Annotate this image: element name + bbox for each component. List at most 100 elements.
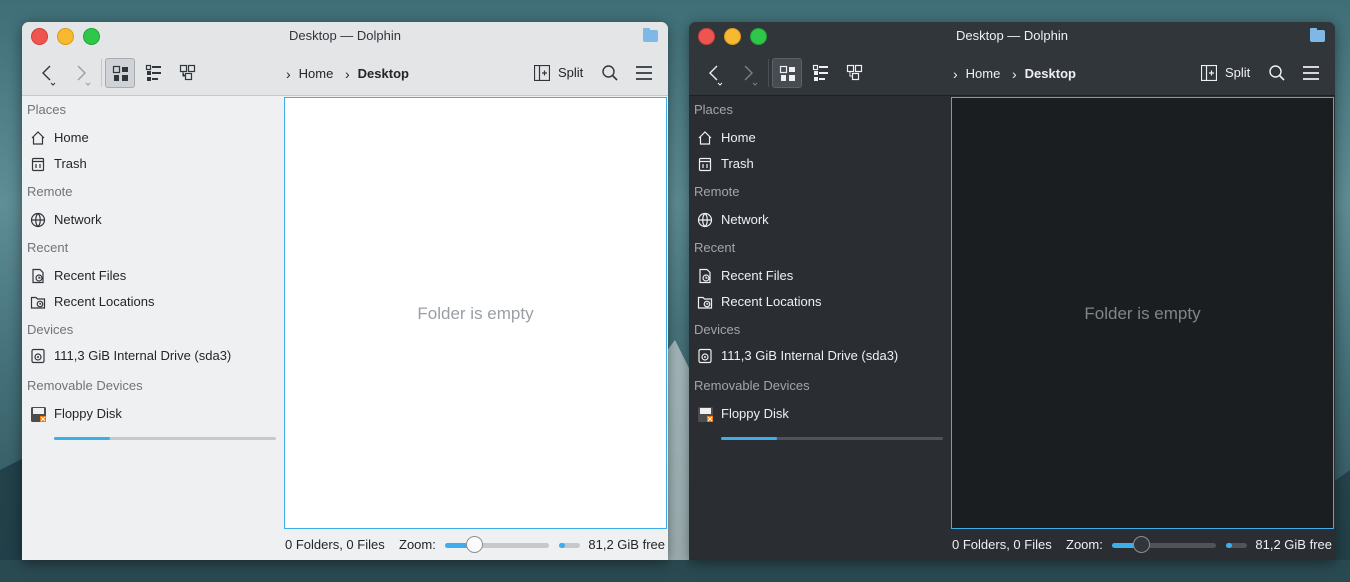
split-label: Split [558, 65, 584, 80]
sidebar-item-label: Floppy Disk [54, 406, 122, 421]
sidebar-item-label: 111,3 GiB Internal Drive (sda3) [54, 348, 232, 363]
places-panel: Places Home Trash Remote Network Recent Re… [689, 96, 951, 560]
sidebar-item-recent-files[interactable]: Recent Files [27, 265, 277, 287]
details-view-button[interactable] [173, 58, 203, 88]
sidebar-item-network[interactable]: Network [694, 209, 944, 231]
drive-usage-bar [54, 437, 276, 440]
places-panel: Places Home Trash Remote Network Recent Re… [22, 96, 284, 560]
zoom-label: Zoom: [1066, 537, 1103, 552]
item-count: 0 Folders, 0 Files [285, 537, 385, 552]
sidebar-item-label: Home [54, 130, 89, 145]
network-icon [697, 212, 713, 228]
zoom-label: Zoom: [399, 537, 436, 552]
section-header-removable-devices: Removable Devices [694, 378, 810, 393]
sidebar-item-111-3-gib-internal-drive-sda3[interactable]: 111,3 GiB Internal Drive (sda3) [27, 345, 277, 367]
sidebar-item-recent-locations[interactable]: Recent Locations [27, 291, 277, 313]
titlebar: Desktop — Dolphin [22, 22, 668, 50]
breadcrumb-desktop[interactable]: Desktop [358, 66, 409, 81]
breadcrumb-desktop[interactable]: Desktop [1025, 66, 1076, 81]
hamburger-menu-button[interactable] [629, 58, 659, 88]
sidebar-item-recent-files[interactable]: Recent Files [694, 265, 944, 287]
sidebar-item-trash[interactable]: Trash [694, 153, 944, 175]
search-button[interactable] [595, 58, 625, 88]
trash-icon [30, 156, 46, 172]
window-title: Desktop — Dolphin [956, 28, 1068, 43]
section-header-devices: Devices [694, 322, 741, 337]
sidebar-item-label: Network [54, 212, 102, 227]
sidebar-item-floppy-disk[interactable]: Floppy Disk [694, 403, 944, 425]
drive-usage-fill [721, 437, 777, 440]
recent-locations-icon [697, 294, 713, 310]
drive-usage-bar [721, 437, 943, 440]
breadcrumb-home[interactable]: Home [966, 66, 1001, 81]
split-icon [1201, 65, 1217, 81]
sidebar-item-recent-locations[interactable]: Recent Locations [694, 291, 944, 313]
sidebar-item-label: Recent Files [54, 268, 127, 283]
floppy-icon [697, 406, 713, 422]
sidebar-item-home[interactable]: Home [694, 127, 944, 149]
sidebar-item-label: Recent Locations [721, 294, 822, 309]
toolbar: › Home › Desktop Split [22, 50, 668, 96]
icons-view-button[interactable] [772, 58, 802, 88]
compact-view-button[interactable] [806, 58, 836, 88]
section-header-recent: Recent [27, 240, 69, 255]
zoom-slider-handle[interactable] [466, 536, 483, 553]
forward-button[interactable] [66, 58, 96, 88]
home-icon [30, 130, 46, 146]
breadcrumb-home[interactable]: Home [299, 66, 334, 81]
free-space-bar [559, 543, 580, 548]
titlebar: Desktop — Dolphin [689, 22, 1335, 50]
section-header-removable-devices: Removable Devices [27, 378, 143, 393]
file-view[interactable]: Folder is empty [951, 97, 1334, 529]
zoom-slider-handle[interactable] [1133, 536, 1150, 553]
sidebar-item-111-3-gib-internal-drive-sda3[interactable]: 111,3 GiB Internal Drive (sda3) [694, 345, 944, 367]
icons-view-button[interactable] [105, 58, 135, 88]
forward-button[interactable] [733, 58, 763, 88]
section-header-places: Places [694, 102, 734, 117]
details-view-button[interactable] [840, 58, 870, 88]
sidebar-item-label: Recent Files [721, 268, 794, 283]
sidebar-item-network[interactable]: Network [27, 209, 277, 231]
split-button[interactable]: Split [534, 58, 590, 88]
zoom-slider[interactable] [1112, 543, 1216, 548]
sidebar-item-home[interactable]: Home [27, 127, 277, 149]
split-button[interactable]: Split [1201, 58, 1257, 88]
zoom-slider[interactable] [445, 543, 549, 548]
network-icon [30, 212, 46, 228]
split-label: Split [1225, 65, 1251, 80]
sidebar-item-label: Network [721, 212, 769, 227]
sidebar-item-trash[interactable]: Trash [27, 153, 277, 175]
search-button[interactable] [1262, 58, 1292, 88]
section-header-recent: Recent [694, 240, 736, 255]
compact-view-button[interactable] [139, 58, 169, 88]
recent-files-icon [30, 268, 46, 284]
empty-folder-message: Folder is empty [1084, 304, 1201, 323]
back-button[interactable] [699, 58, 729, 88]
breadcrumb: › Home › Desktop [286, 65, 409, 82]
empty-folder-message: Folder is empty [417, 304, 534, 323]
breadcrumb: › Home › Desktop [953, 65, 1076, 82]
search-icon [1269, 65, 1285, 81]
sidebar-item-label: Trash [54, 156, 87, 171]
floppy-icon [30, 406, 46, 422]
sidebar-item-label: Recent Locations [54, 294, 155, 309]
toolbar: › Home › Desktop Split [689, 50, 1335, 96]
free-space-bar [1226, 543, 1247, 548]
section-header-remote: Remote [694, 184, 740, 199]
chevron-right-icon: › [344, 65, 350, 82]
dolphin-window-light: Desktop — Dolphin › Home › Desktop Split [22, 22, 668, 560]
back-button[interactable] [32, 58, 62, 88]
section-header-places: Places [27, 102, 67, 117]
file-view[interactable]: Folder is empty [284, 97, 667, 529]
hamburger-menu-icon [636, 66, 652, 80]
hamburger-menu-button[interactable] [1296, 58, 1326, 88]
recent-files-icon [697, 268, 713, 284]
dolphin-app-icon [1310, 28, 1325, 42]
window-title: Desktop — Dolphin [289, 28, 401, 43]
sidebar-item-floppy-disk[interactable]: Floppy Disk [27, 403, 277, 425]
home-icon [697, 130, 713, 146]
section-header-remote: Remote [27, 184, 73, 199]
hamburger-menu-icon [1303, 66, 1319, 80]
section-header-devices: Devices [27, 322, 74, 337]
dolphin-app-icon [643, 28, 658, 42]
